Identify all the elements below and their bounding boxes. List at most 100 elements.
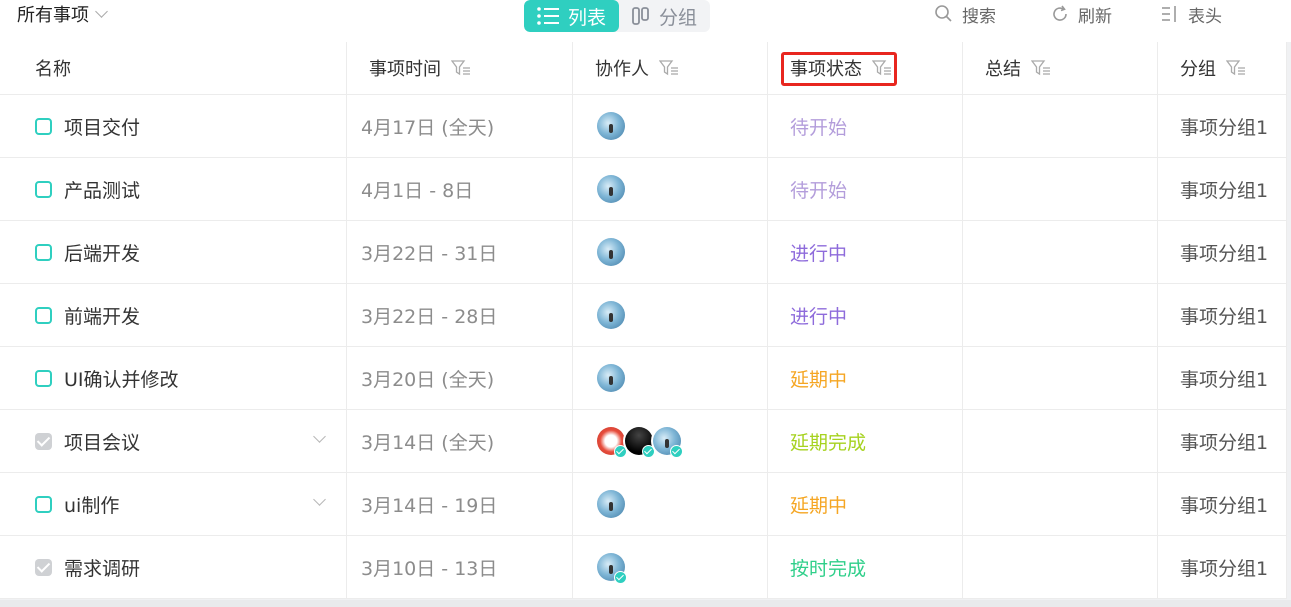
table-row[interactable]: 项目会议 3月14日 (全天) 延期完成 事项分组1 (0, 410, 1287, 473)
filter-icon[interactable] (659, 59, 679, 77)
cell-status[interactable]: 待开始 (768, 95, 963, 157)
avatar[interactable] (595, 110, 627, 142)
horizontal-scrollbar[interactable] (0, 600, 1291, 607)
avatar[interactable] (595, 362, 627, 394)
cell-name[interactable]: UI确认并修改 (0, 347, 347, 409)
task-name[interactable]: UI确认并修改 (64, 365, 179, 392)
cell-time[interactable]: 4月1日 - 8日 (347, 158, 573, 220)
cell-status[interactable]: 延期中 (768, 473, 963, 535)
header-collaborators[interactable]: 协作人 (573, 42, 768, 94)
search-button[interactable]: 搜索 (934, 0, 996, 28)
cell-name[interactable]: 前端开发 (0, 284, 347, 346)
filter-icon[interactable] (1031, 59, 1051, 77)
cell-time[interactable]: 3月22日 - 31日 (347, 221, 573, 283)
filter-icon[interactable] (1226, 59, 1246, 77)
task-name[interactable]: 前端开发 (64, 302, 140, 329)
table-row[interactable]: 产品测试 4月1日 - 8日 待开始 事项分组1 (0, 158, 1287, 221)
cell-time[interactable]: 3月10日 - 13日 (347, 536, 573, 598)
cell-status[interactable]: 延期完成 (768, 410, 963, 472)
filter-icon[interactable] (872, 59, 892, 77)
task-checkbox[interactable] (35, 495, 52, 513)
cell-time[interactable]: 4月17日 (全天) (347, 95, 573, 157)
task-name[interactable]: 项目会议 (64, 428, 140, 455)
table-row[interactable]: 需求调研 3月10日 - 13日 按时完成 事项分组1 (0, 536, 1287, 599)
cell-group[interactable]: 事项分组1 (1158, 347, 1287, 409)
cell-name[interactable]: 项目会议 (0, 410, 347, 472)
cell-summary[interactable] (963, 158, 1158, 220)
avatar[interactable] (651, 425, 683, 458)
table-row[interactable]: 项目交付 4月17日 (全天) 待开始 事项分组1 (0, 95, 1287, 158)
cell-time[interactable]: 3月22日 - 28日 (347, 284, 573, 346)
cell-collaborators[interactable] (573, 536, 768, 598)
cell-status[interactable]: 延期中 (768, 347, 963, 409)
cell-summary[interactable] (963, 473, 1158, 535)
cell-name[interactable]: 需求调研 (0, 536, 347, 598)
cell-group[interactable]: 事项分组1 (1158, 158, 1287, 220)
cell-status[interactable]: 进行中 (768, 284, 963, 346)
cell-collaborators[interactable] (573, 410, 768, 472)
task-checkbox[interactable] (35, 243, 52, 261)
header-name[interactable]: 名称 (0, 42, 347, 94)
checked-checkbox[interactable] (35, 432, 52, 450)
cell-name[interactable]: 后端开发 (0, 221, 347, 283)
cell-collaborators[interactable] (573, 221, 768, 283)
cell-status[interactable]: 进行中 (768, 221, 963, 283)
cell-summary[interactable] (963, 536, 1158, 598)
avatar[interactable] (595, 488, 627, 520)
filter-icon[interactable] (451, 59, 471, 77)
cell-group[interactable]: 事项分组1 (1158, 410, 1287, 472)
avatar[interactable] (595, 236, 627, 268)
task-name[interactable]: 后端开发 (64, 239, 140, 266)
task-checkbox[interactable] (35, 180, 52, 198)
table-row[interactable]: 后端开发 3月22日 - 31日 进行中 事项分组1 (0, 221, 1287, 284)
task-checkbox[interactable] (35, 117, 52, 135)
cell-name[interactable]: 产品测试 (0, 158, 347, 220)
cell-group[interactable]: 事项分组1 (1158, 536, 1287, 598)
checked-checkbox[interactable] (35, 558, 52, 576)
cell-time[interactable]: 3月20日 (全天) (347, 347, 573, 409)
cell-time[interactable]: 3月14日 (全天) (347, 410, 573, 472)
table-row[interactable]: ui制作 3月14日 - 19日 延期中 事项分组1 (0, 473, 1287, 536)
avatar[interactable] (595, 299, 627, 331)
cell-time[interactable]: 3月14日 - 19日 (347, 473, 573, 535)
header-status[interactable]: 事项状态 (768, 42, 963, 94)
task-checkbox[interactable] (35, 306, 52, 324)
cell-group[interactable]: 事项分组1 (1158, 221, 1287, 283)
cell-summary[interactable] (963, 347, 1158, 409)
task-name[interactable]: 需求调研 (64, 554, 140, 581)
cell-collaborators[interactable] (573, 284, 768, 346)
chevron-down-icon[interactable] (313, 430, 326, 443)
task-checkbox[interactable] (35, 369, 52, 387)
tab-group[interactable]: 分组 (619, 0, 710, 32)
cell-status[interactable]: 按时完成 (768, 536, 963, 598)
header-summary[interactable]: 总结 (963, 42, 1158, 94)
refresh-button[interactable]: 刷新 (1050, 0, 1112, 28)
task-name[interactable]: ui制作 (64, 491, 119, 518)
table-row[interactable]: 前端开发 3月22日 - 28日 进行中 事项分组1 (0, 284, 1287, 347)
tab-list[interactable]: 列表 (524, 0, 620, 32)
avatar[interactable] (595, 551, 627, 584)
cell-summary[interactable] (963, 284, 1158, 346)
cell-summary[interactable] (963, 95, 1158, 157)
cell-name[interactable]: ui制作 (0, 473, 347, 535)
cell-status[interactable]: 待开始 (768, 158, 963, 220)
avatar[interactable] (595, 173, 627, 205)
cell-name[interactable]: 项目交付 (0, 95, 347, 157)
cell-collaborators[interactable] (573, 95, 768, 157)
cell-group[interactable]: 事项分组1 (1158, 95, 1287, 157)
header-group[interactable]: 分组 (1158, 42, 1287, 94)
columns-button[interactable]: 表头 (1160, 0, 1222, 28)
cell-collaborators[interactable] (573, 158, 768, 220)
cell-group[interactable]: 事项分组1 (1158, 473, 1287, 535)
task-name[interactable]: 产品测试 (64, 176, 140, 203)
view-selector[interactable]: 所有事项 (17, 0, 108, 28)
task-name[interactable]: 项目交付 (64, 113, 140, 140)
cell-collaborators[interactable] (573, 473, 768, 535)
cell-collaborators[interactable] (573, 347, 768, 409)
header-time[interactable]: 事项时间 (347, 42, 573, 94)
chevron-down-icon[interactable] (313, 493, 326, 506)
cell-summary[interactable] (963, 410, 1158, 472)
cell-summary[interactable] (963, 221, 1158, 283)
cell-group[interactable]: 事项分组1 (1158, 284, 1287, 346)
table-row[interactable]: UI确认并修改 3月20日 (全天) 延期中 事项分组1 (0, 347, 1287, 410)
